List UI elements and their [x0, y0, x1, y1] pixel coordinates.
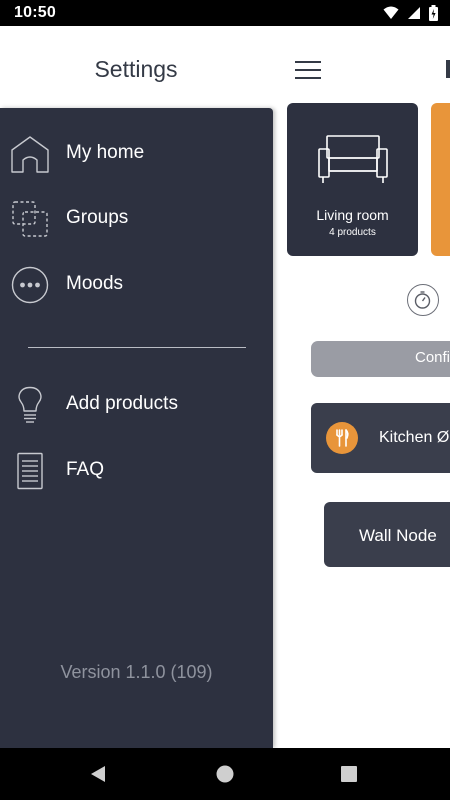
screen: 10:50 Settings Living room 4 products Co… [0, 0, 450, 800]
menu-button[interactable] [291, 58, 325, 82]
battery-icon [429, 5, 438, 21]
hamburger-menu-icon [295, 77, 321, 79]
timer-button[interactable] [407, 284, 439, 316]
document-icon [17, 452, 43, 490]
confirm-label: Confi [415, 349, 450, 366]
drawer-item-moods[interactable]: Moods [0, 258, 273, 312]
drawer-item-add-products[interactable]: Add products [0, 378, 273, 432]
sofa-icon [318, 135, 388, 183]
version-text: Version 1.1.0 (109) [60, 662, 213, 682]
lightbulb-icon [18, 386, 42, 423]
drawer-item-label: FAQ [66, 459, 105, 480]
drawer-item-label: Add products [66, 393, 178, 414]
drawer-item-faq[interactable]: FAQ [0, 444, 273, 498]
room-name: Living room [316, 207, 389, 223]
room-card-next[interactable] [431, 103, 450, 256]
kitchen-label: Kitchen Ø [379, 429, 450, 446]
hamburger-menu-icon [295, 61, 321, 63]
drawer-item-my-home[interactable]: My home [0, 127, 273, 181]
confirm-button[interactable]: Confi [311, 341, 450, 377]
navigation-drawer: My home Groups Moods Add products FAQ Ve… [0, 108, 273, 748]
drawer-divider [28, 347, 246, 348]
drawer-item-groups[interactable]: Groups [0, 192, 273, 246]
back-icon[interactable] [87, 762, 111, 786]
room-product-count: 4 products [329, 227, 376, 238]
house-icon [11, 136, 49, 173]
room-card-living-room[interactable]: Living room 4 products [287, 103, 418, 256]
cutlery-icon [336, 429, 349, 447]
moods-dots-icon [11, 266, 49, 304]
drawer-item-label: Groups [66, 207, 129, 228]
wifi-icon [383, 6, 399, 19]
home-icon[interactable] [213, 762, 237, 786]
drawer-item-label: Moods [66, 273, 124, 294]
status-time: 10:50 [14, 4, 56, 21]
status-bar: 10:50 [0, 0, 450, 26]
system-nav-bar [0, 748, 450, 800]
hamburger-menu-icon [295, 69, 321, 71]
page-title: Settings [94, 56, 178, 82]
signal-icon [408, 7, 420, 19]
kitchen-card[interactable]: Kitchen Ø [311, 403, 450, 473]
drawer-item-label: My home [66, 142, 145, 163]
timer-icon [414, 291, 431, 309]
recents-icon[interactable] [337, 762, 361, 786]
wall-node-label: Wall Node [359, 526, 437, 545]
status-icons [383, 5, 438, 21]
header-edge-mark [446, 60, 450, 78]
wall-node-card[interactable]: Wall Node [324, 502, 450, 567]
kitchen-badge [326, 422, 358, 454]
groups-icon [12, 201, 48, 237]
